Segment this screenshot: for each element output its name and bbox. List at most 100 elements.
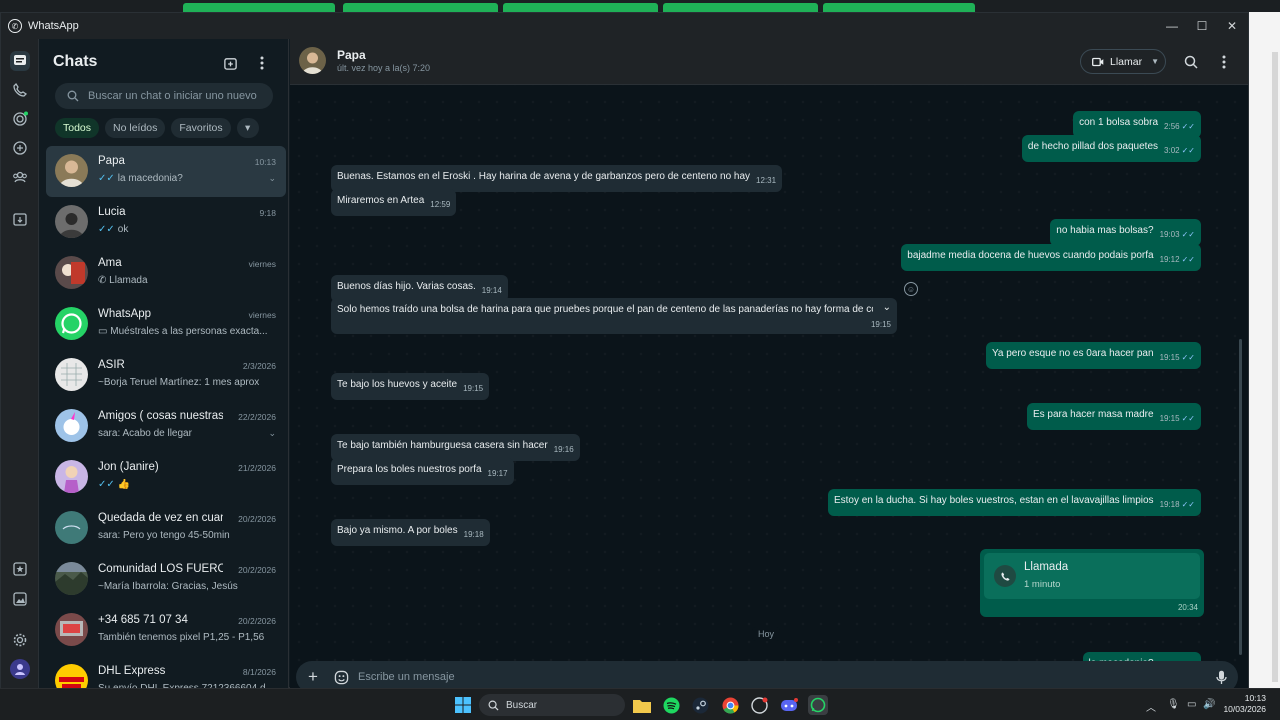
- attach-plus-icon[interactable]: +: [304, 667, 322, 686]
- chat-avatar: [55, 256, 88, 289]
- settings-gear-icon[interactable]: [10, 630, 30, 650]
- chat-chevron-down-icon[interactable]: ⌄: [268, 173, 276, 184]
- incoming-message[interactable]: Bajo ya mismo. A por boles 19:18: [331, 519, 490, 546]
- chat-item[interactable]: Amigos ( cosas nuestras ) 22/2/2026 sara: …: [46, 401, 286, 452]
- spotify-icon[interactable]: [661, 695, 681, 715]
- outgoing-message[interactable]: Es para hacer masa madre 19:15 ✓✓: [1026, 403, 1201, 430]
- chat-avatar: [55, 511, 88, 544]
- new-chat-icon[interactable]: [220, 53, 240, 73]
- chat-preview-text: 👍: [117, 479, 131, 490]
- outgoing-message[interactable]: Estoy en la ducha. Si hay boles vuestros…: [827, 489, 1201, 516]
- chat-name: WhatsApp: [98, 308, 152, 320]
- incoming-message[interactable]: ⌄ Solo hemos traído una bolsa de harina p…: [331, 298, 897, 334]
- discord-icon[interactable]: [779, 695, 799, 715]
- message-time: 19:15: [1159, 414, 1180, 423]
- starred-icon[interactable]: [10, 559, 30, 579]
- chat-name: Lucia: [98, 206, 126, 218]
- system-clock[interactable]: 10:13 10/03/2026: [1220, 693, 1266, 715]
- chat-preview-text: Llamada: [109, 275, 148, 286]
- minimize-button[interactable]: —: [1157, 13, 1187, 39]
- file-explorer-icon[interactable]: [632, 695, 652, 715]
- incoming-message[interactable]: Prepara los boles nuestros porfa 19:17: [331, 458, 514, 485]
- conversation-menu-icon[interactable]: [1213, 51, 1235, 73]
- message-text: Buenos días hijo. Varias cosas.: [337, 281, 476, 292]
- emoji-reaction-icon[interactable]: ☺: [904, 282, 918, 296]
- contact-avatar[interactable]: [299, 47, 326, 74]
- chat-preview: ✓✓ la macedonia?: [98, 173, 268, 184]
- channels-icon[interactable]: [10, 138, 30, 158]
- chat-avatar: [55, 664, 88, 689]
- outgoing-message[interactable]: Ya pero esque no es 0ara hacer pan 19:15 ✓…: [985, 342, 1201, 369]
- incoming-message[interactable]: Te bajo también hamburguesa casera sin h…: [331, 434, 580, 461]
- filter-favorites[interactable]: Favoritos: [171, 118, 231, 138]
- search-chats-input[interactable]: Buscar un chat o iniciar uno nuevo: [55, 83, 273, 109]
- chat-avatar: [55, 205, 88, 238]
- taskbar-search[interactable]: Buscar: [479, 694, 625, 716]
- incoming-message[interactable]: Miraremos en Artea 12:59: [331, 189, 457, 216]
- archived-icon[interactable]: [10, 209, 30, 229]
- communities-icon[interactable]: [10, 167, 30, 187]
- contact-name[interactable]: Papa: [337, 48, 366, 62]
- media-icon[interactable]: [10, 589, 30, 609]
- outgoing-message[interactable]: con 1 bolsa sobra 2:56 ✓✓: [1073, 111, 1201, 138]
- filter-all[interactable]: Todos: [55, 118, 100, 138]
- github-desktop-icon[interactable]: [749, 695, 769, 715]
- emoji-sticker-icon[interactable]: [332, 668, 350, 686]
- chat-item[interactable]: +34 685 71 07 34 20/2/2026 También tenemos…: [46, 605, 286, 656]
- volume-tray-icon[interactable]: 🔊: [1203, 699, 1215, 710]
- message-input[interactable]: Escribe un mensaje: [358, 671, 455, 683]
- steam-icon[interactable]: [690, 695, 710, 715]
- profile-avatar[interactable]: [10, 659, 30, 679]
- call-button[interactable]: Llamar ▼: [1080, 49, 1166, 74]
- read-ticks-icon: ✓✓: [98, 173, 115, 184]
- chat-item[interactable]: WhatsApp viernes ▭ Muéstrales a las person…: [46, 299, 286, 350]
- outgoing-message[interactable]: bajadme media docena de huevos cuando po…: [901, 244, 1201, 271]
- display-tray-icon[interactable]: ▭: [1187, 699, 1196, 710]
- chat-item[interactable]: Lucia 9:18 ✓✓ ok: [46, 197, 286, 248]
- chat-item[interactable]: DHL Express 8/1/2026 Su envío DHL Express …: [46, 656, 286, 689]
- chat-name: Papa: [98, 155, 125, 167]
- outgoing-message[interactable]: no habia mas bolsas? 19:03 ✓✓: [1050, 219, 1201, 246]
- microphone-icon[interactable]: [1212, 668, 1230, 686]
- chat-item[interactable]: Papa 10:13 ✓✓ la macedonia? ⌄: [46, 146, 286, 197]
- chat-preview: ✓✓ 👍: [98, 479, 268, 490]
- chat-avatar: [55, 358, 88, 391]
- close-button[interactable]: ✕: [1217, 13, 1247, 39]
- chat-item[interactable]: Comunidad LOS FUEROS... 20/2/2026~María I…: [46, 554, 286, 605]
- chat-preview-text: Muéstrales a las personas exacta...: [110, 326, 268, 337]
- message-time: 19:18: [1159, 500, 1180, 509]
- tray-chevron-up-icon[interactable]: ︿: [1146, 699, 1156, 714]
- messages-scrollbar[interactable]: [1239, 339, 1242, 655]
- incoming-message[interactable]: Te bajo los huevos y aceite 19:15: [331, 373, 490, 400]
- menu-kebab-icon[interactable]: [252, 53, 272, 73]
- chat-avatar: [55, 154, 88, 187]
- windows-start-icon[interactable]: [453, 695, 473, 715]
- call-phone-icon: [994, 565, 1016, 587]
- chat-item[interactable]: Ama viernes ✆ Llamada: [46, 248, 286, 299]
- chat-chevron-down-icon[interactable]: ⌄: [268, 428, 276, 439]
- chats-icon[interactable]: [10, 51, 30, 71]
- status-icon[interactable]: [10, 109, 30, 129]
- call-message-card[interactable]: Llamada 1 minuto 20:34: [980, 549, 1204, 617]
- incoming-message[interactable]: Buenas. Estamos en el Eroski . Hay harin…: [331, 165, 783, 192]
- chat-preview: ~María Ibarrola: Gracias, Jesús: [98, 581, 268, 592]
- chat-name: Quedada de vez en cuan...: [98, 512, 223, 524]
- whatsapp-taskbar-icon[interactable]: [808, 695, 828, 715]
- chat-item[interactable]: Quedada de vez en cuan... 20/2/2026 sara: …: [46, 503, 286, 554]
- read-ticks-icon: ✓✓: [98, 479, 115, 490]
- chat-item[interactable]: Jon (Janire) 21/2/2026 ✓✓ 👍: [46, 452, 286, 503]
- scrollbar[interactable]: [1272, 52, 1278, 682]
- filter-unread[interactable]: No leídos: [105, 118, 166, 138]
- message-chevron-down-icon[interactable]: ⌄: [883, 301, 891, 314]
- taskbar-search-label: Buscar: [506, 699, 538, 711]
- chrome-icon[interactable]: [720, 695, 740, 715]
- more-filters-chevron-icon[interactable]: ▾: [236, 118, 259, 138]
- chat-preview: ✓✓ ok: [98, 224, 268, 235]
- calls-icon[interactable]: [10, 80, 30, 100]
- maximize-button[interactable]: ☐: [1187, 13, 1217, 39]
- search-messages-icon[interactable]: [1180, 51, 1202, 73]
- microphone-tray-icon[interactable]: 🎙: [1167, 699, 1180, 710]
- chat-preview: ✆ Llamada: [98, 275, 268, 286]
- outgoing-message[interactable]: de hecho pillad dos paquetes 3:02 ✓✓: [1021, 135, 1201, 162]
- chat-item[interactable]: ASIR 2/3/2026 ~Borja Teruel Martínez: 1 me…: [46, 350, 286, 401]
